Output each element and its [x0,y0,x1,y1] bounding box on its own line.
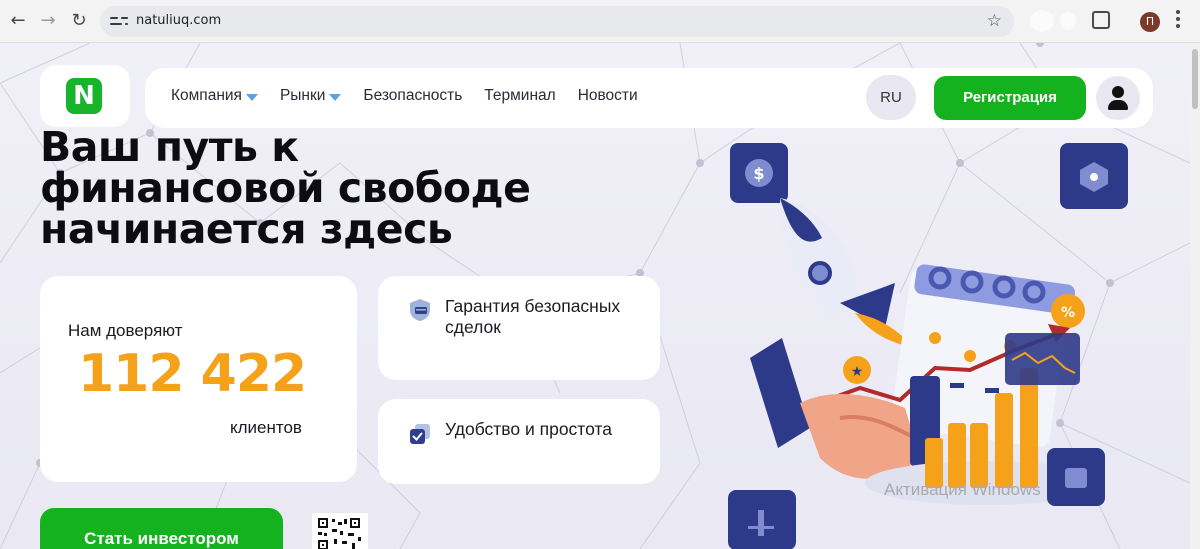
extensions-puzzle-icon[interactable] [1092,11,1110,29]
svg-text:★: ★ [851,364,864,380]
qr-code [312,513,368,549]
language-switcher[interactable]: RU [866,75,916,120]
nav-item-news[interactable]: Новости [578,87,638,105]
nav-item-terminal[interactable]: Терминал [484,87,555,105]
feature-card-safe-deals: Гарантия безопасных сделок [378,276,660,380]
windows-activation-watermark: Активация Windows [884,480,1041,499]
extension-icon[interactable] [1030,10,1054,32]
shield-icon [410,299,430,321]
clients-count: 112 422 [78,344,307,404]
hero-title-line: Ваш путь к [40,123,299,171]
forward-arrow-icon[interactable]: → [36,9,60,33]
chart-panel [1005,333,1080,385]
nav-item-security[interactable]: Безопасность [363,87,462,105]
profile-avatar[interactable]: П [1140,12,1160,32]
feature-text: Удобство и простота [445,419,613,439]
extension-icon[interactable] [1060,12,1076,30]
nav-item-markets[interactable]: Рынки [279,87,342,105]
trust-label: Нам доверяют [68,321,183,340]
dollar-icon: $ [753,164,764,183]
address-bar[interactable]: natuliuq.com ☆ [100,6,1014,37]
checkbox-icon [410,424,430,444]
site-info-icon[interactable] [110,13,128,29]
feature-card-convenience: Удобство и простота [378,399,660,484]
scroll-thumb[interactable] [1192,49,1198,109]
rocket-icon [780,198,915,348]
url-text[interactable]: natuliuq.com [136,13,221,28]
browser-toolbar: ← → ↻ natuliuq.com ☆ П [0,0,1200,43]
register-button[interactable]: Регистрация [934,76,1086,120]
web-page: N Компания Рынки Безопасность Терминал Н… [0,43,1190,549]
user-account-button[interactable] [1096,76,1140,120]
logo-container[interactable]: N [40,65,130,127]
hero-title-line: финансовой свободе [40,164,531,212]
nav-menu: Компания Рынки Безопасность Терминал Нов… [171,87,638,105]
nav-item-label: Рынки [279,87,326,104]
brand-logo-icon[interactable]: N [66,78,102,114]
percent-icon: % [1061,305,1075,321]
hero-title: Ваш путь к финансовой свободе начинается… [40,127,690,250]
reload-icon[interactable]: ↻ [67,9,91,33]
browser-menu-icon[interactable] [1176,10,1180,32]
user-icon [1108,100,1128,110]
user-icon [1112,86,1124,98]
chevron-down-icon [329,93,342,101]
become-investor-button[interactable]: Стать инвестором [40,508,283,549]
chevron-down-icon [245,93,258,101]
nav-item-company[interactable]: Компания [171,87,258,105]
bookmark-star-icon[interactable]: ☆ [987,11,1002,31]
nav-item-label: Безопасность [363,87,463,104]
clients-suffix: клиентов [230,418,302,437]
feature-text: Гарантия безопасных сделок [445,296,621,337]
main-navbar: Компания Рынки Безопасность Терминал Нов… [145,68,1153,128]
nav-item-label: Новости [577,87,638,104]
hero-title-line: начинается здесь [40,205,453,253]
back-arrow-icon[interactable]: ← [6,9,30,33]
page-scrollbar[interactable] [1190,43,1200,549]
clients-trust-card: Нам доверяют 112 422 клиентов [40,276,357,482]
nav-item-label: Терминал [484,87,556,104]
nav-item-label: Компания [171,87,242,104]
